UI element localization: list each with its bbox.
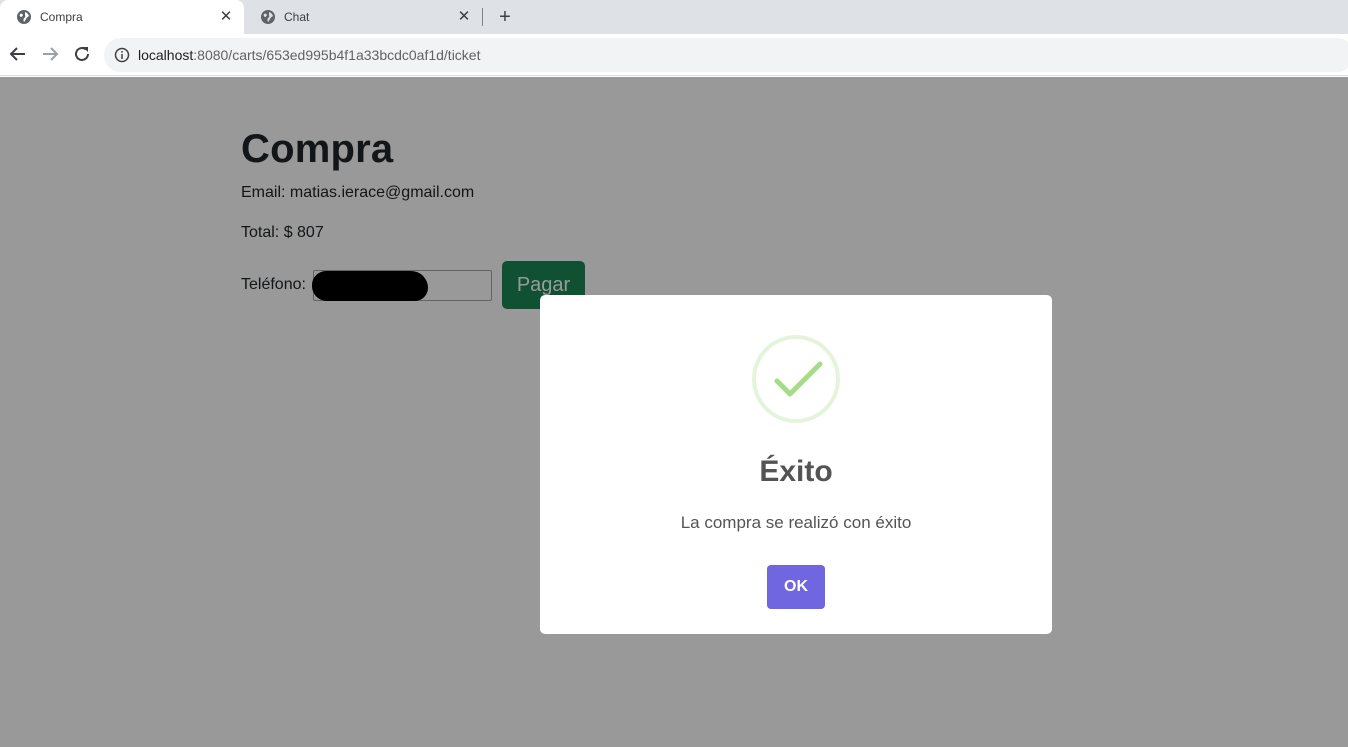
globe-icon bbox=[17, 10, 31, 24]
checkmark-icon bbox=[774, 361, 823, 397]
tab-title: Chat bbox=[284, 10, 310, 24]
modal-message: La compra se realizó con éxito bbox=[680, 513, 912, 532]
browser-toolbar: localhost:8080/carts/653ed995b4f1a33bcdc… bbox=[0, 34, 1348, 76]
address-bar[interactable]: localhost:8080/carts/653ed995b4f1a33bcdc… bbox=[104, 38, 1348, 72]
new-tab-button[interactable]: + bbox=[494, 6, 516, 28]
reload-icon[interactable] bbox=[71, 43, 93, 65]
ok-button[interactable]: OK bbox=[767, 565, 825, 609]
forward-arrow-icon[interactable] bbox=[39, 43, 61, 65]
url-host: localhost bbox=[138, 47, 194, 63]
globe-icon bbox=[261, 10, 275, 24]
back-arrow-icon[interactable] bbox=[7, 43, 29, 65]
url-text: localhost:8080/carts/653ed995b4f1a33bcdc… bbox=[138, 47, 480, 63]
info-icon[interactable] bbox=[114, 47, 130, 63]
close-tab-icon[interactable]: ✕ bbox=[456, 9, 472, 25]
url-path: :8080/carts/653ed995b4f1a33bcdc0af1d/tic… bbox=[193, 47, 481, 63]
success-check-icon bbox=[752, 335, 840, 423]
modal-title: Éxito bbox=[759, 455, 833, 488]
close-tab-icon[interactable]: ✕ bbox=[218, 9, 234, 25]
tab-strip: Compra ✕ Chat ✕ + bbox=[0, 0, 1348, 34]
tab-compra[interactable]: Compra ✕ bbox=[0, 0, 244, 34]
success-modal: Éxito La compra se realizó con éxito OK bbox=[540, 295, 1052, 634]
tab-separator bbox=[482, 8, 483, 26]
tab-chat[interactable]: Chat ✕ bbox=[244, 0, 482, 34]
tab-title: Compra bbox=[40, 10, 83, 24]
